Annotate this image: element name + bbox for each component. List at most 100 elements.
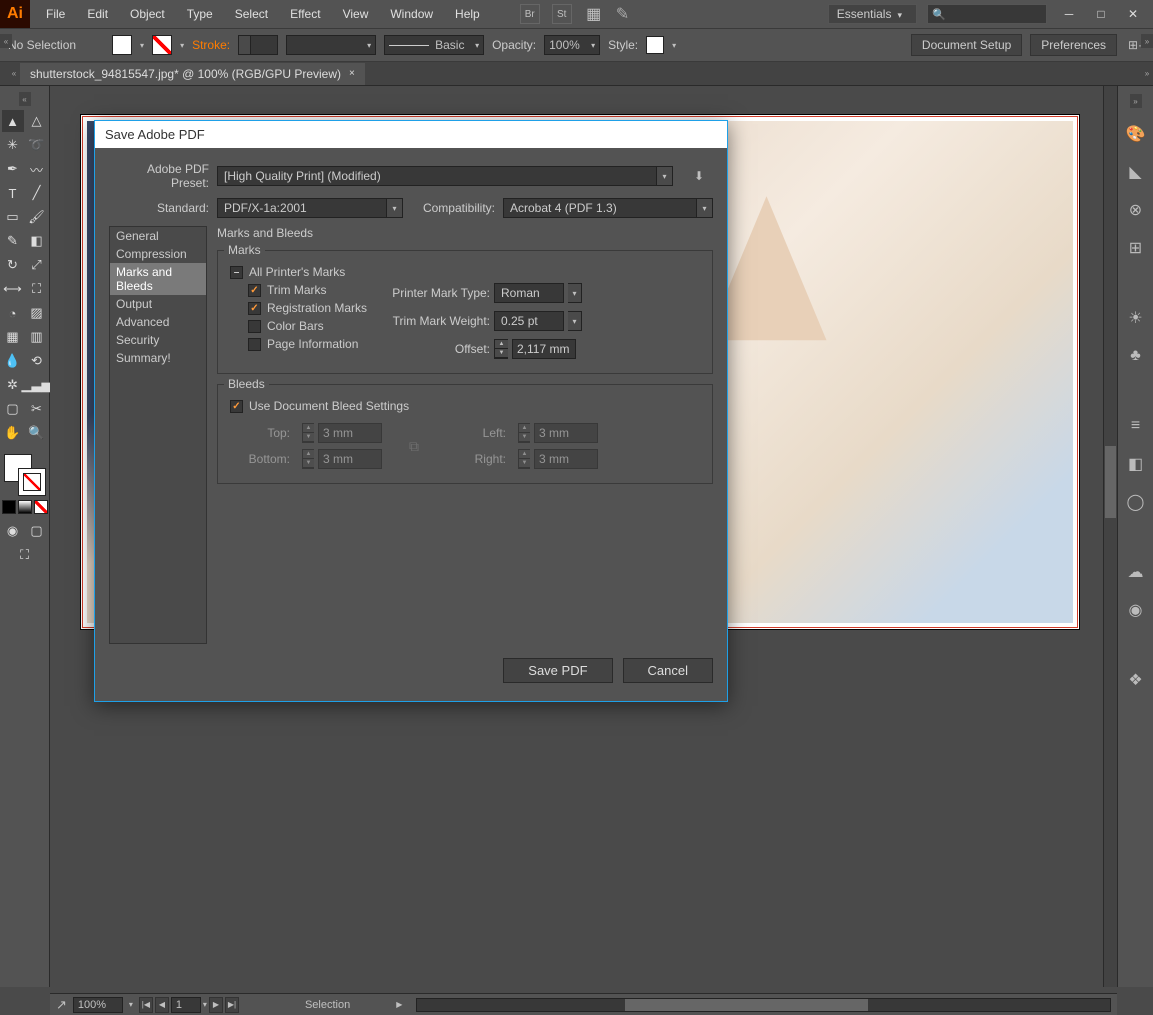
stroke-swatch[interactable]: [152, 35, 172, 55]
eraser-tool[interactable]: ◧: [26, 230, 48, 252]
save-preset-icon[interactable]: ⬇: [685, 165, 713, 187]
appearance-panel-icon[interactable]: ◯: [1124, 490, 1148, 514]
width-tool[interactable]: ⟷: [2, 278, 24, 300]
magic-wand-tool[interactable]: ✳: [2, 134, 24, 156]
blend-tool[interactable]: ⟲: [26, 350, 48, 372]
preset-dropdown[interactable]: [High Quality Print] (Modified): [217, 166, 657, 186]
all-printers-marks-checkbox[interactable]: [230, 266, 243, 279]
stroke-color[interactable]: [18, 468, 46, 496]
color-bars-checkbox[interactable]: [248, 320, 261, 333]
standard-dropdown[interactable]: PDF/X-1a:2001: [217, 198, 387, 218]
mesh-tool[interactable]: ▦: [2, 326, 24, 348]
eyedropper-tool[interactable]: 💧: [2, 350, 24, 372]
slice-tool[interactable]: ✂: [26, 398, 48, 420]
menu-effect[interactable]: Effect: [280, 1, 330, 27]
none-mode-icon[interactable]: [34, 500, 48, 514]
toolbox-collapse[interactable]: «: [19, 92, 31, 106]
maximize-button[interactable]: □: [1087, 4, 1115, 24]
zoom-field[interactable]: 100%: [73, 997, 123, 1013]
chevron-down-icon[interactable]: ▾: [657, 166, 673, 186]
sidebar-item-general[interactable]: General: [110, 227, 206, 245]
brushes-panel-icon[interactable]: ⊞: [1124, 236, 1148, 260]
transparency-panel-icon[interactable]: ◧: [1124, 452, 1148, 476]
menu-help[interactable]: Help: [445, 1, 490, 27]
sidebar-item-compression[interactable]: Compression: [110, 245, 206, 263]
opacity-input[interactable]: 100%: [544, 35, 600, 55]
preferences-button[interactable]: Preferences: [1030, 34, 1117, 56]
libraries-panel-icon[interactable]: ☁: [1124, 560, 1148, 584]
layers-panel-icon[interactable]: ❖: [1124, 668, 1148, 692]
chevron-down-icon[interactable]: ▾: [568, 283, 582, 303]
free-transform-tool[interactable]: ⛶: [26, 278, 48, 300]
selection-tool[interactable]: ▲: [2, 110, 24, 132]
menu-type[interactable]: Type: [177, 1, 223, 27]
fill-swatch[interactable]: [112, 35, 132, 55]
graphic-styles-panel-icon[interactable]: ◉: [1124, 598, 1148, 622]
feather-icon[interactable]: ✎: [616, 4, 629, 24]
line-tool[interactable]: ╱: [26, 182, 48, 204]
screen-mode-icon[interactable]: ▢: [26, 520, 48, 542]
close-tab-icon[interactable]: ×: [349, 68, 355, 79]
menu-window[interactable]: Window: [380, 1, 443, 27]
sidebar-item-advanced[interactable]: Advanced: [110, 313, 206, 331]
color-panel-icon[interactable]: 🎨: [1124, 122, 1148, 146]
tab-scroll-right[interactable]: »: [1141, 67, 1153, 81]
symbol-sprayer-tool[interactable]: ✲: [2, 374, 24, 396]
menu-view[interactable]: View: [333, 1, 379, 27]
symbols-panel-icon[interactable]: ☀: [1124, 306, 1148, 330]
registration-marks-checkbox[interactable]: [248, 302, 261, 315]
menu-object[interactable]: Object: [120, 1, 175, 27]
save-pdf-button[interactable]: Save PDF: [503, 658, 612, 683]
offset-input[interactable]: 2,117 mm: [512, 339, 576, 359]
panel-collapse[interactable]: »: [1130, 94, 1142, 108]
cancel-button[interactable]: Cancel: [623, 658, 713, 683]
column-graph-tool[interactable]: ▁▃▅: [26, 374, 48, 396]
menu-select[interactable]: Select: [225, 1, 278, 27]
draw-mode-icon[interactable]: ◉: [2, 520, 24, 542]
brush-dropdown[interactable]: Basic: [384, 35, 484, 55]
export-icon[interactable]: ↗: [56, 997, 67, 1013]
chevron-down-icon[interactable]: ▾: [568, 311, 582, 331]
shaper-tool[interactable]: ✎: [2, 230, 24, 252]
collapse-left-icon[interactable]: «: [0, 34, 12, 48]
rectangle-tool[interactable]: ▭: [2, 206, 24, 228]
compat-dropdown[interactable]: Acrobat 4 (PDF 1.3): [503, 198, 697, 218]
arrange-icon[interactable]: ▦: [584, 4, 604, 24]
perspective-grid-tool[interactable]: ▨: [26, 302, 48, 324]
gradient-panel-icon[interactable]: ≡: [1124, 414, 1148, 438]
stroke-weight-input[interactable]: [238, 35, 278, 55]
sidebar-item-marks-bleeds[interactable]: Marks and Bleeds: [110, 263, 206, 295]
search-input[interactable]: 🔍: [927, 4, 1047, 24]
fill-stroke-control[interactable]: [4, 454, 46, 496]
chevron-down-icon[interactable]: ▾: [387, 198, 403, 218]
page-info-checkbox[interactable]: [248, 338, 261, 351]
sidebar-item-output[interactable]: Output: [110, 295, 206, 313]
artboard-tool[interactable]: ▢: [2, 398, 24, 420]
document-setup-button[interactable]: Document Setup: [911, 34, 1022, 56]
mark-type-dropdown[interactable]: Roman: [494, 283, 564, 303]
weight-dropdown[interactable]: 0.25 pt: [494, 311, 564, 331]
chevron-down-icon[interactable]: ▾: [697, 198, 713, 218]
lasso-tool[interactable]: ➰: [26, 134, 48, 156]
vertical-scrollbar[interactable]: [1103, 86, 1117, 987]
swatches-panel-icon[interactable]: ⊗: [1124, 198, 1148, 222]
stroke-profile-dropdown[interactable]: [286, 35, 376, 55]
offset-spinner[interactable]: ▲▼: [494, 339, 508, 359]
type-tool[interactable]: T: [2, 182, 24, 204]
pen-tool[interactable]: ✒: [2, 158, 24, 180]
stock-icon[interactable]: St: [552, 4, 572, 24]
menu-edit[interactable]: Edit: [77, 1, 118, 27]
hand-tool[interactable]: ✋: [2, 422, 24, 444]
sidebar-item-summary[interactable]: Summary!: [110, 349, 206, 367]
zoom-tool[interactable]: 🔍: [26, 422, 48, 444]
rotate-tool[interactable]: ↻: [2, 254, 24, 276]
document-tab[interactable]: shutterstock_94815547.jpg* @ 100% (RGB/G…: [20, 63, 365, 85]
gradient-mode-icon[interactable]: [18, 500, 32, 514]
page-field[interactable]: 1: [171, 997, 201, 1013]
curvature-tool[interactable]: 〰: [26, 158, 48, 180]
first-page-button[interactable]: |◀: [139, 997, 153, 1013]
scale-tool[interactable]: ⤢: [26, 254, 48, 276]
collapse-right-icon[interactable]: »: [1141, 34, 1153, 48]
bridge-icon[interactable]: Br: [520, 4, 540, 24]
color-guide-panel-icon[interactable]: ◣: [1124, 160, 1148, 184]
